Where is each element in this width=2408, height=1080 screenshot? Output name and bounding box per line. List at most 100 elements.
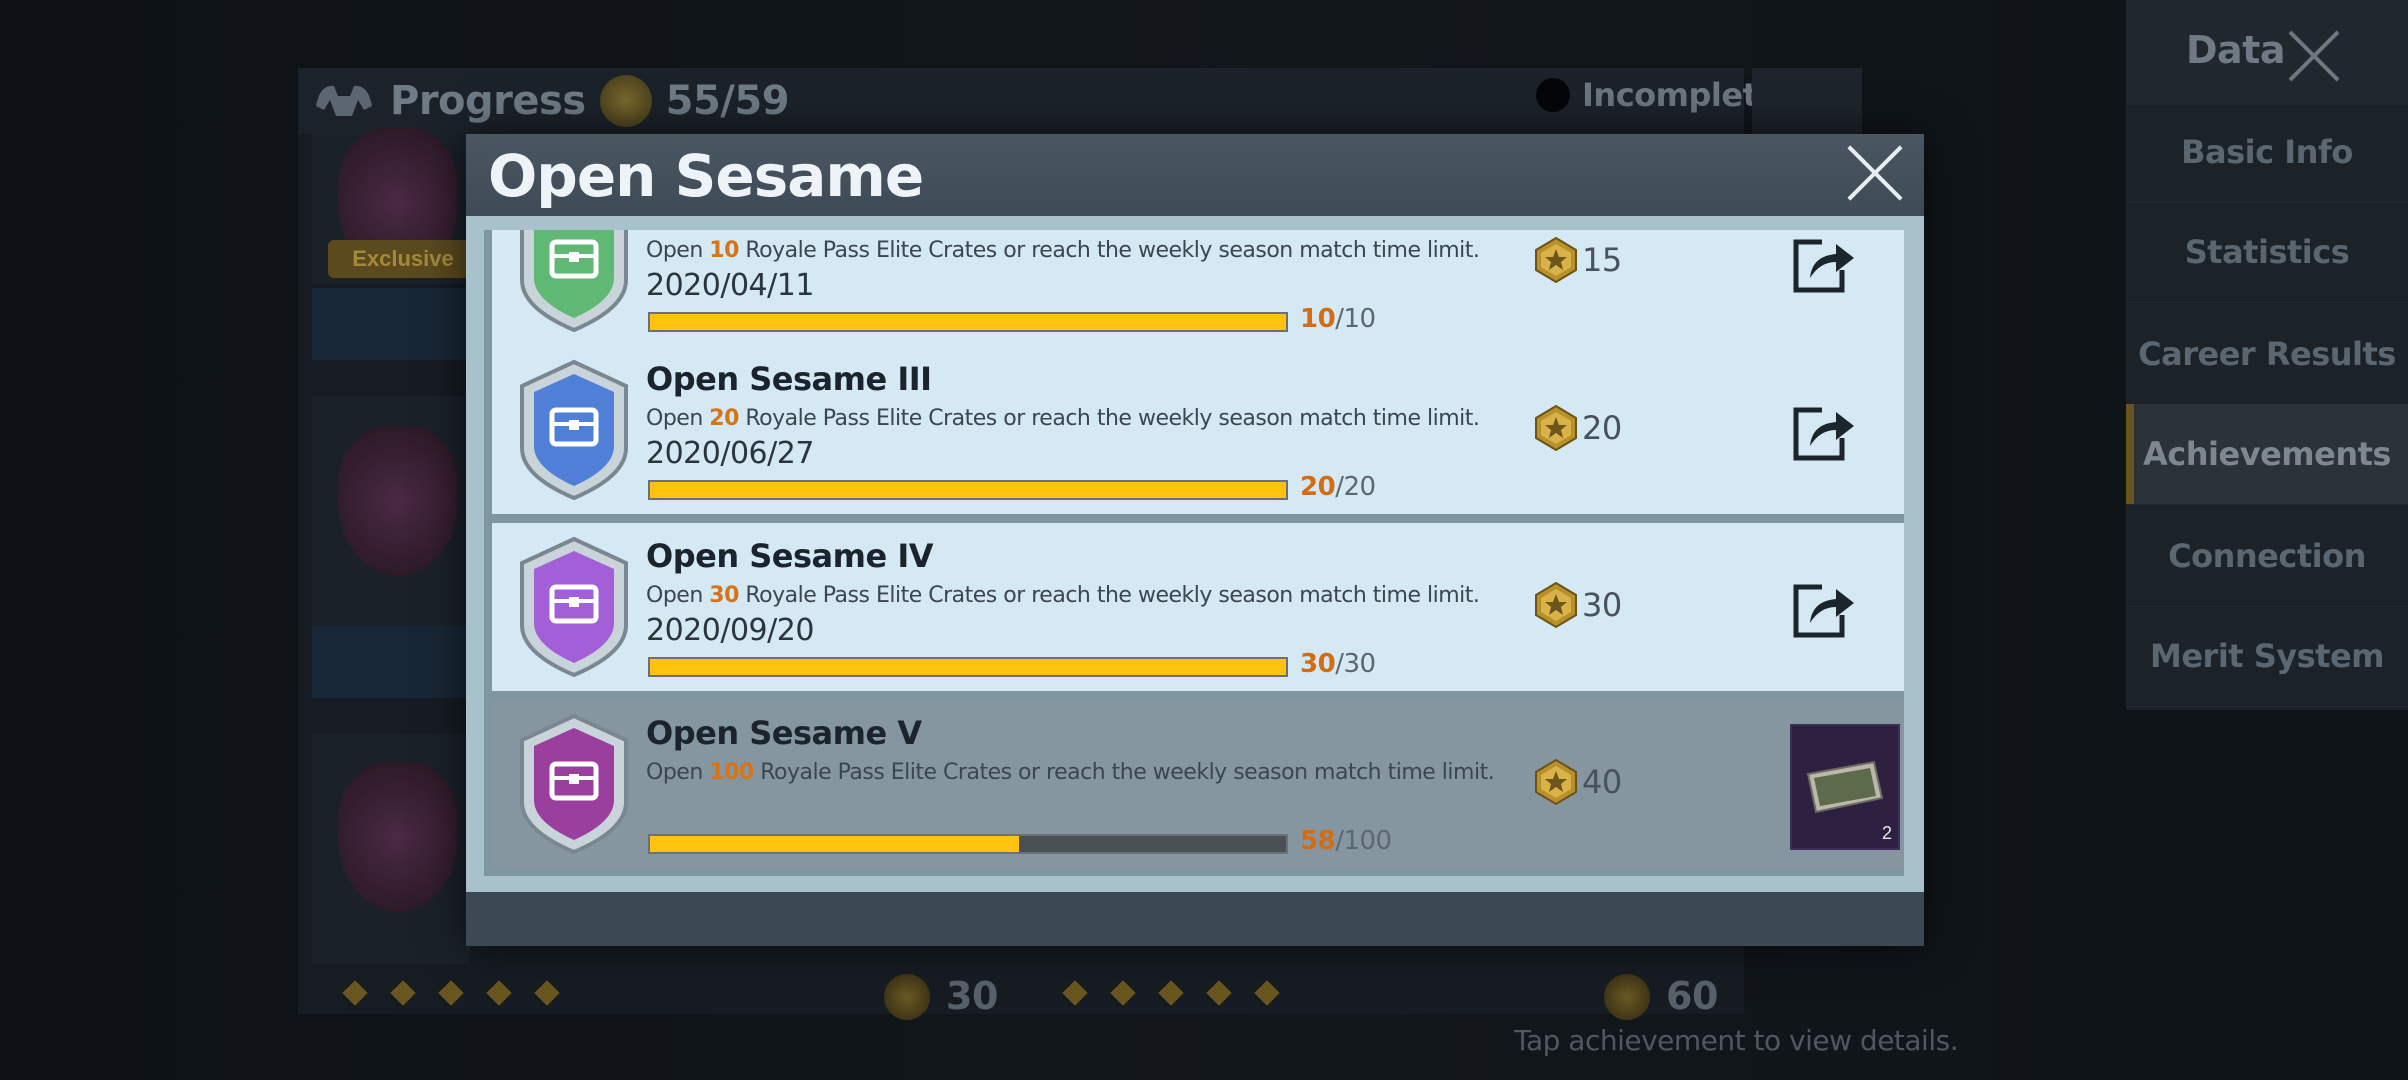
badge-icon	[338, 762, 458, 912]
achievement-description: Open 20 Royale Pass Elite Crates or reac…	[646, 406, 1480, 431]
desc-text: Royale Pass Elite Crates or reach the we…	[753, 760, 1495, 785]
achievement-row[interactable]: Open 10 Royale Pass Elite Crates or reac…	[492, 230, 1904, 346]
close-icon[interactable]	[1844, 142, 1906, 204]
sidebar-item-basic-info[interactable]: Basic Info	[2126, 102, 2408, 203]
achievement-row[interactable]: Open Sesame III Open 20 Royale Pass Elite…	[492, 346, 1904, 514]
open-sesame-dialog: Open Sesame Open 10 Royale Pass Elite Cr…	[466, 134, 1924, 946]
desc-text: Royale Pass Elite Crates or reach the we…	[738, 583, 1480, 608]
desc-target: 10	[709, 238, 739, 263]
sidebar-item-merit-system[interactable]: Merit System	[2126, 606, 2408, 707]
progress-bar	[648, 480, 1288, 500]
badge-icon	[338, 426, 458, 576]
progress-bar	[648, 834, 1288, 854]
progress-current: 58	[1300, 826, 1336, 856]
achievement-description: Open 10 Royale Pass Elite Crates or reac…	[646, 238, 1480, 263]
achievement-row[interactable]: Open Sesame IV Open 30 Royale Pass Elite …	[492, 523, 1904, 691]
progress-bar-fill	[650, 482, 1286, 498]
crate-badge-icon	[520, 536, 628, 678]
achievement-description: Open 30 Royale Pass Elite Crates or reac…	[646, 583, 1480, 608]
dialog-footer	[466, 892, 1924, 946]
progress-current: 10	[1300, 304, 1336, 334]
reward-item[interactable]: 2	[1790, 724, 1900, 850]
hint-text: Tap achievement to view details.	[1514, 1024, 1959, 1057]
incomplete-filter[interactable]: Incomplete	[1536, 76, 1779, 114]
desc-text: Open	[646, 583, 710, 608]
star-icon	[599, 75, 652, 127]
achievement-title: Open Sesame IV	[646, 537, 933, 575]
progress-bar-fill	[650, 314, 1286, 330]
achievement-points: 15	[1532, 236, 1622, 284]
menu-button[interactable]	[1752, 68, 1862, 134]
crate-badge-icon	[520, 713, 628, 855]
progress-bar-fill	[650, 836, 1019, 852]
exclusive-tag: Exclusive	[328, 240, 478, 278]
desc-text: Open	[646, 760, 710, 785]
crate-badge-icon	[520, 359, 628, 501]
progress-count: 58/100	[1300, 826, 1392, 856]
achievement-description: Open 100 Royale Pass Elite Crates or rea…	[646, 760, 1495, 785]
achievement-title: Open Sesame V	[646, 714, 922, 752]
progress-bar	[648, 657, 1288, 677]
dialog-body: Open 10 Royale Pass Elite Crates or reac…	[466, 216, 1924, 892]
card-score: 60	[1666, 974, 1718, 1018]
achievement-list[interactable]: Open 10 Royale Pass Elite Crates or reac…	[484, 230, 1904, 876]
desc-text: Open	[646, 406, 710, 431]
progress-total: /10	[1335, 304, 1376, 334]
progress-total: /100	[1335, 826, 1392, 856]
star-coin-icon	[1535, 758, 1577, 806]
share-icon[interactable]	[1792, 402, 1858, 462]
crate-badge-icon	[520, 230, 628, 333]
progress-total: /30	[1335, 649, 1376, 679]
completion-date: 2020/06/27	[646, 436, 814, 471]
sidebar-item-connection[interactable]: Connection	[2126, 506, 2408, 607]
desc-target: 30	[709, 583, 739, 608]
achievement-title: Open Sesame III	[646, 360, 932, 398]
progress-count: 10/10	[1300, 304, 1376, 334]
desc-target: 100	[709, 760, 754, 785]
progress-bar-fill	[650, 659, 1286, 675]
progress-current: 20	[1300, 472, 1336, 502]
incomplete-label: Incomplete	[1582, 76, 1779, 114]
progress-diamonds	[1062, 980, 1280, 1006]
share-icon[interactable]	[1792, 234, 1858, 294]
sidebar-item-statistics[interactable]: Statistics	[2126, 202, 2408, 303]
progress-summary: Progress 55/59	[312, 72, 790, 130]
achievement-points: 30	[1532, 581, 1622, 629]
points-value: 15	[1582, 241, 1622, 279]
sidebar-title: Data	[2186, 28, 2286, 72]
desc-text: Royale Pass Elite Crates or reach the we…	[738, 406, 1480, 431]
card-score: 30	[946, 974, 998, 1018]
desc-text: Open	[646, 238, 710, 263]
radio-icon	[1536, 78, 1570, 112]
points-value: 40	[1582, 763, 1622, 801]
muscle-icon	[316, 85, 372, 116]
sidebar-item-achievements[interactable]: Achievements	[2126, 404, 2408, 505]
desc-target: 20	[709, 406, 739, 431]
star-icon	[884, 974, 930, 1020]
share-icon[interactable]	[1792, 579, 1858, 639]
points-value: 20	[1582, 409, 1622, 447]
achievement-points: 40	[1532, 758, 1622, 806]
points-value: 30	[1582, 586, 1622, 624]
progress-count: 20/20	[1300, 472, 1376, 502]
star-icon	[1604, 974, 1650, 1020]
achievement-points: 20	[1532, 404, 1622, 452]
achievement-row[interactable]: Open Sesame V Open 100 Royale Pass Elite …	[492, 700, 1904, 868]
dialog-header: Open Sesame	[466, 134, 1924, 216]
progress-diamonds	[342, 980, 560, 1006]
close-icon[interactable]	[2286, 28, 2342, 84]
progress-count: 30/30	[1300, 649, 1376, 679]
progress-label: Progress	[390, 78, 586, 124]
sidebar-item-career-results[interactable]: Career Results	[2126, 304, 2408, 405]
completion-date: 2020/04/11	[646, 268, 814, 303]
card-strip	[312, 288, 470, 360]
desc-text: Royale Pass Elite Crates or reach the we…	[738, 238, 1480, 263]
card-strip	[312, 626, 470, 698]
reward-count: 2	[1881, 823, 1892, 843]
progress-value: 55/59	[665, 78, 790, 124]
star-coin-icon	[1535, 581, 1577, 629]
progress-total: /20	[1335, 472, 1376, 502]
dialog-title: Open Sesame	[488, 142, 924, 210]
progress-bar	[648, 312, 1288, 332]
progress-current: 30	[1300, 649, 1336, 679]
